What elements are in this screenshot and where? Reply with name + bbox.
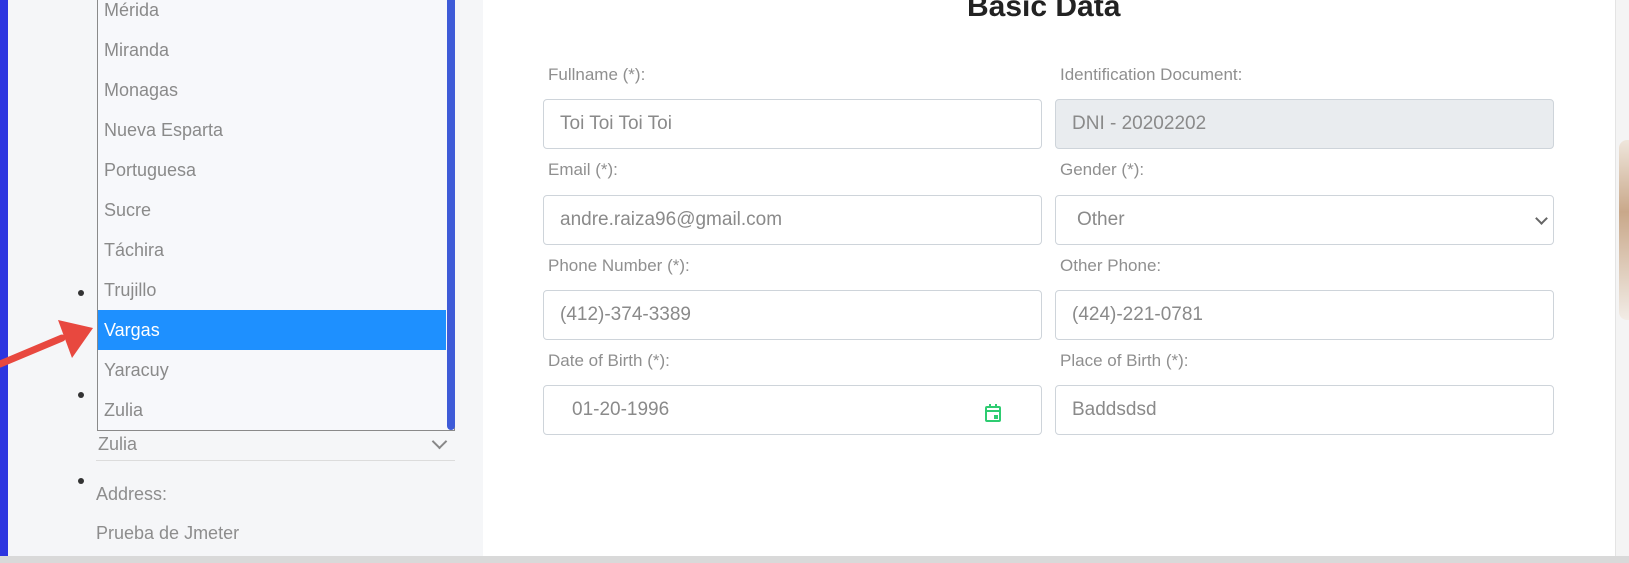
select-underline: [96, 460, 455, 461]
email-label: Email (*):: [548, 160, 618, 179]
list-bullet: [78, 392, 84, 398]
birth-place-input[interactable]: Baddsdsd: [1055, 385, 1554, 435]
background-window-edge: [1615, 0, 1629, 563]
window-left-border: [0, 0, 8, 563]
state-dropdown-list[interactable]: Mérida Miranda Monagas Nueva Esparta Por…: [97, 0, 455, 431]
address-value: Prueba de Jmeter: [96, 523, 240, 543]
fullname-input[interactable]: Toi Toi Toi Toi: [543, 99, 1042, 149]
phone-input[interactable]: (412)-374-3389: [543, 290, 1042, 340]
other-phone-label: Other Phone:: [1060, 256, 1162, 275]
dropdown-option[interactable]: Yaracuy: [98, 350, 446, 390]
dropdown-option[interactable]: Miranda: [98, 30, 446, 70]
list-bullet: [78, 478, 84, 484]
dropdown-option[interactable]: Táchira: [98, 230, 446, 270]
calendar-icon[interactable]: [984, 403, 1002, 423]
email-input[interactable]: andre.raiza96@gmail.com: [543, 195, 1042, 245]
address-label: Address:: [96, 484, 168, 504]
fullname-label: Fullname (*):: [548, 65, 646, 84]
gender-select[interactable]: Other: [1055, 195, 1554, 245]
state-select-value: Zulia: [98, 434, 138, 454]
dropdown-scrollbar[interactable]: [447, 0, 455, 430]
gender-select-value: Other: [1077, 209, 1125, 230]
dropdown-option[interactable]: Mérida: [98, 0, 446, 30]
dropdown-option[interactable]: Sucre: [98, 190, 446, 230]
dropdown-option[interactable]: Zulia: [98, 390, 446, 430]
dropdown-option[interactable]: Portuguesa: [98, 150, 446, 190]
dropdown-option[interactable]: Monagas: [98, 70, 446, 110]
gender-label: Gender (*):: [1060, 160, 1145, 179]
annotation-arrow-icon: [0, 320, 93, 368]
dropdown-option[interactable]: Trujillo: [98, 270, 446, 310]
dropdown-option[interactable]: Nueva Esparta: [98, 110, 446, 150]
background-image: [1619, 140, 1629, 320]
identification-input[interactable]: DNI - 20202202: [1055, 99, 1554, 149]
window-bottom-border: [0, 556, 1629, 563]
birth-place-label: Place of Birth (*):: [1060, 351, 1189, 370]
list-bullet: [78, 290, 84, 296]
page-title: Basic Data: [967, 0, 1121, 23]
identification-label: Identification Document:: [1060, 65, 1243, 84]
dropdown-option-selected[interactable]: Vargas: [98, 310, 446, 350]
main-content: [483, 0, 1615, 563]
phone-label: Phone Number (*):: [548, 256, 690, 275]
other-phone-input[interactable]: (424)-221-0781: [1055, 290, 1554, 340]
birth-date-label: Date of Birth (*):: [548, 351, 670, 370]
birth-date-input[interactable]: 01-20-1996: [543, 385, 1042, 435]
